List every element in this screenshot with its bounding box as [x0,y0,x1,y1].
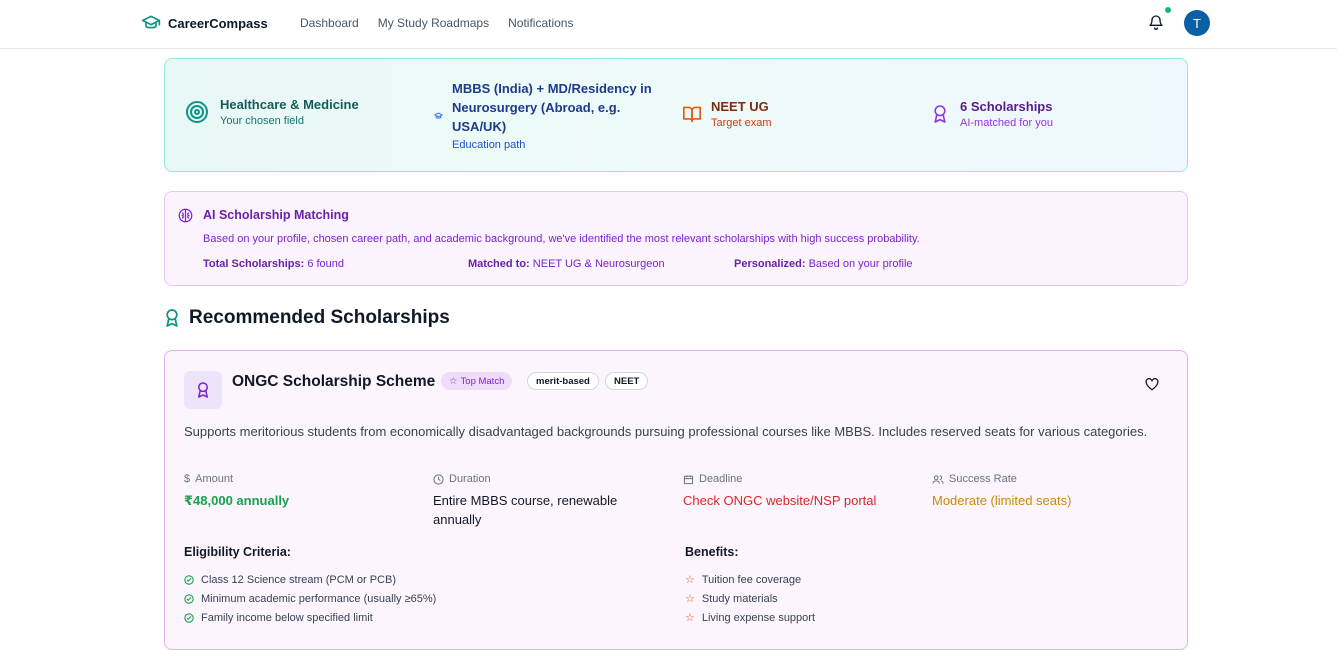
target-icon [186,101,208,123]
duration-block: Duration Entire MBBS course, renewable a… [433,473,648,529]
amount-label: $ Amount [184,473,234,485]
list-item: Class 12 Science stream (PCM or PCB) [184,570,436,589]
summary-scholarships: 6 Scholarships AI-matched for you [932,99,1053,129]
career-summary-card: Healthcare & Medicine Your chosen field … [164,58,1188,172]
check-circle-icon [184,593,194,604]
scholarship-badge [184,371,222,409]
deadline-label: Deadline [683,473,913,485]
duration-value: Entire MBBS course, renewable annually [433,493,618,527]
star-icon: ☆ [685,574,695,586]
education-title: MBBS (India) + MD/Residency in Neurosurg… [452,81,652,134]
scholarship-description: Supports meritorious students from econo… [184,424,1148,439]
brain-icon [178,208,193,223]
total-label: Total Scholarships: [203,258,305,270]
personalized-label: Personalized: [734,258,806,270]
list-item: ☆ Study materials [685,592,778,606]
star-icon: ☆ [449,375,458,387]
success-rate-label: Success Rate [932,473,1162,485]
nav-notifications[interactable]: Notifications [508,16,573,30]
brand-logo[interactable]: CareerCompass [141,14,268,32]
amount-value: ₹48,000 annually [184,493,290,508]
scholarship-name[interactable]: ONGC Scholarship Scheme [232,373,435,391]
award-ribbon-icon [934,105,946,123]
deadline-value: Check ONGC website/NSP portal [683,493,877,508]
avatar[interactable]: T [1184,10,1210,36]
field-subtitle: Your chosen field [220,115,304,127]
field-title: Healthcare & Medicine [220,97,359,112]
list-item: Family income below specified limit [184,608,436,627]
scholarships-subtitle: AI-matched for you [960,117,1053,129]
scholarships-title: 6 Scholarships [960,99,1053,114]
star-icon: ☆ [685,593,695,605]
list-item: ☆ Tuition fee coverage [685,573,802,587]
open-book-icon [682,106,701,123]
top-match-label: Top Match [460,375,505,387]
benefits-list: ☆ Tuition fee coverage ☆ Study materials ☆… [685,570,815,627]
ai-matching-panel: AI Scholarship Matching Based on your pr… [164,191,1188,286]
clock-icon [433,473,444,485]
bell-icon[interactable] [1148,14,1164,30]
tag-merit-based: merit-based [527,372,599,390]
success-rate-block: Success Rate Moderate (limited seats) [932,473,1162,510]
matched-to-stat: Matched to: NEET UG & Neurosurgeon [468,258,665,270]
graduation-cap-icon [141,15,161,29]
summary-field: Healthcare & Medicine Your chosen field [185,97,359,127]
star-icon: ☆ [685,612,695,624]
award-ribbon-icon [166,309,178,327]
top-navigation-bar: CareerCompass Dashboard My Study Roadmap… [0,0,1337,49]
list-item: ☆ Living expense support [685,611,816,625]
check-circle-icon [184,574,194,585]
personalized-value: Based on your profile [808,258,913,270]
matched-label: Matched to: [468,258,530,270]
duration-label: Duration [433,473,648,485]
list-item: Minimum academic performance (usually ≥6… [184,589,436,608]
exam-subtitle: Target exam [711,117,772,129]
dollar-icon: $ [184,473,191,485]
summary-exam: NEET UG Target exam [682,99,772,129]
heart-icon[interactable] [1145,378,1159,391]
tag-neet: NEET [605,372,649,390]
eligibility-list: Class 12 Science stream (PCM or PCB) Min… [184,570,436,627]
check-circle-icon [184,612,194,623]
award-ribbon-icon [198,382,208,398]
users-icon [932,474,944,484]
summary-education: MBBS (India) + MD/Residency in Neurosurg… [452,79,667,151]
nav-my-study-roadmaps[interactable]: My Study Roadmaps [378,16,489,30]
top-match-badge: ☆ Top Match [441,372,513,390]
exam-title: NEET UG [711,99,769,114]
deadline-block: Deadline Check ONGC website/NSP portal [683,473,913,510]
ai-matching-description: Based on your profile, chosen career pat… [203,233,920,245]
total-value: 6 found [307,258,345,270]
benefits-title: Benefits: [685,545,739,559]
education-subtitle: Education path [452,139,526,151]
scholarship-card[interactable]: ONGC Scholarship Scheme ☆ Top Match merit… [164,350,1188,650]
section-title: Recommended Scholarships [189,307,450,328]
total-scholarships-stat: Total Scholarships: 6 found [203,258,344,270]
main-nav: Dashboard My Study Roadmaps Notification… [300,16,573,30]
notification-dot [1165,7,1171,13]
amount-block: $ Amount ₹48,000 annually [184,473,414,510]
calendar-icon [683,474,694,484]
personalized-stat: Personalized: Based on your profile [734,258,913,270]
eligibility-title: Eligibility Criteria: [184,545,291,559]
matched-value: NEET UG & Neurosurgeon [532,258,665,270]
ai-matching-title: AI Scholarship Matching [203,208,349,222]
graduation-cap-icon [434,112,443,119]
brand-name: CareerCompass [168,15,268,31]
nav-dashboard[interactable]: Dashboard [300,16,359,30]
success-rate-value: Moderate (limited seats) [932,493,1072,508]
